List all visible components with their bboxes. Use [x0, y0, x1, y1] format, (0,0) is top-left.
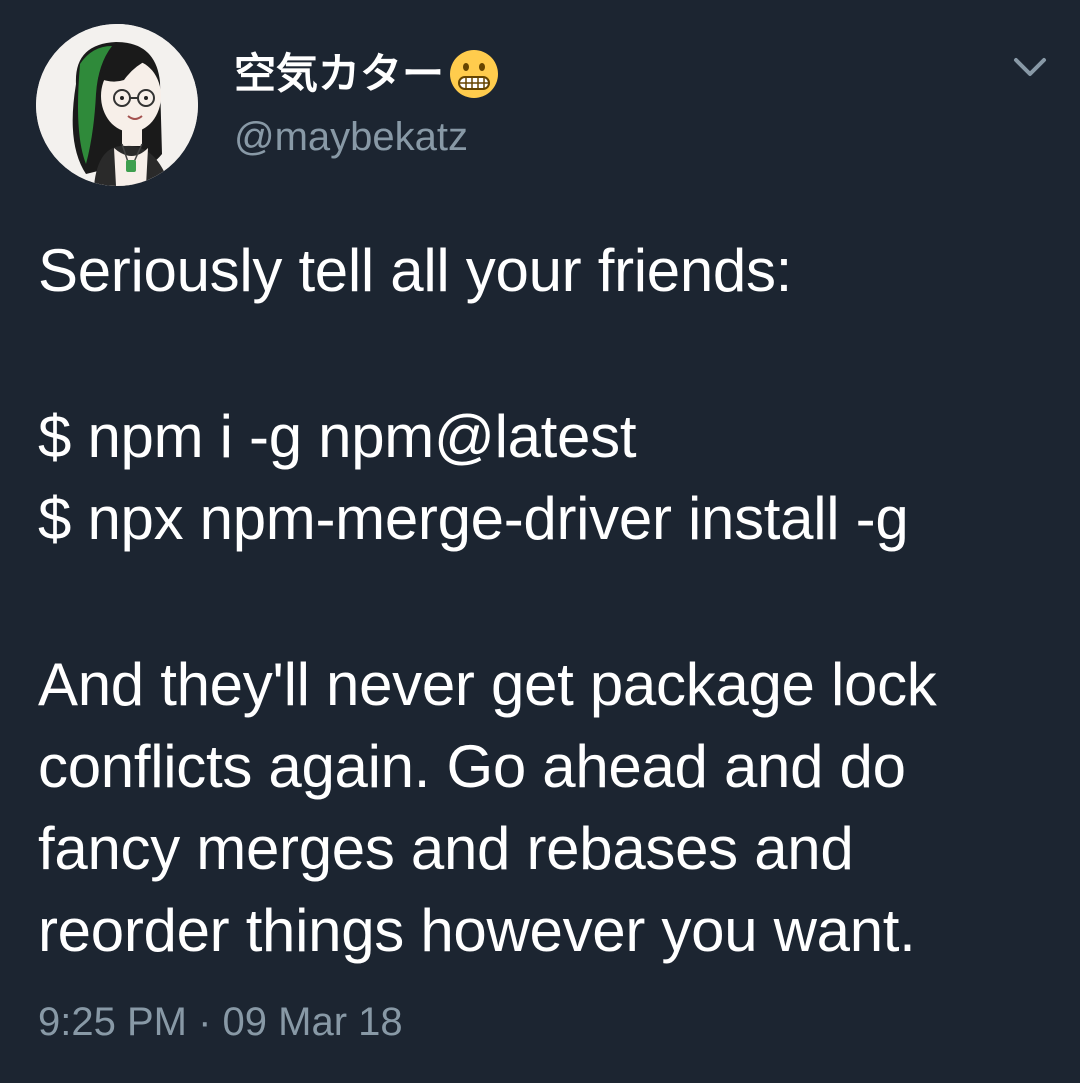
avatar[interactable] [36, 24, 198, 186]
tweet-date: 09 Mar 18 [222, 1000, 403, 1044]
chevron-down-icon[interactable] [1008, 50, 1052, 84]
tweet-text-line: $ npx npm-merge-driver install -g [38, 485, 909, 552]
grimacing-face-icon [448, 48, 500, 100]
display-name-text: 空気カター [234, 50, 445, 97]
tweet-text-line: Seriously tell all your friends: [38, 237, 793, 304]
tweet-card: 空気カター @maybekatz Seriously tell all your… [0, 0, 1080, 1083]
avatar-illustration [36, 24, 198, 186]
display-name[interactable]: 空気カター [234, 48, 500, 100]
user-handle[interactable]: @maybekatz [234, 112, 468, 162]
tweet-time: 9:25 PM [38, 1000, 187, 1044]
tweet-text-line: conflicts again. Go ahead and do [38, 733, 906, 800]
timestamp-separator: · [198, 1000, 212, 1044]
tweet-timestamp[interactable]: 9:25 PM · 09 Mar 18 [38, 994, 403, 1050]
tweet-text-line: fancy merges and rebases and [38, 815, 854, 882]
tweet-text-line: $ npm i -g npm@latest [38, 403, 637, 470]
tweet-text-line: And they'll never get package lock [38, 651, 937, 718]
tweet-text-line: reorder things however you want. [38, 897, 916, 964]
